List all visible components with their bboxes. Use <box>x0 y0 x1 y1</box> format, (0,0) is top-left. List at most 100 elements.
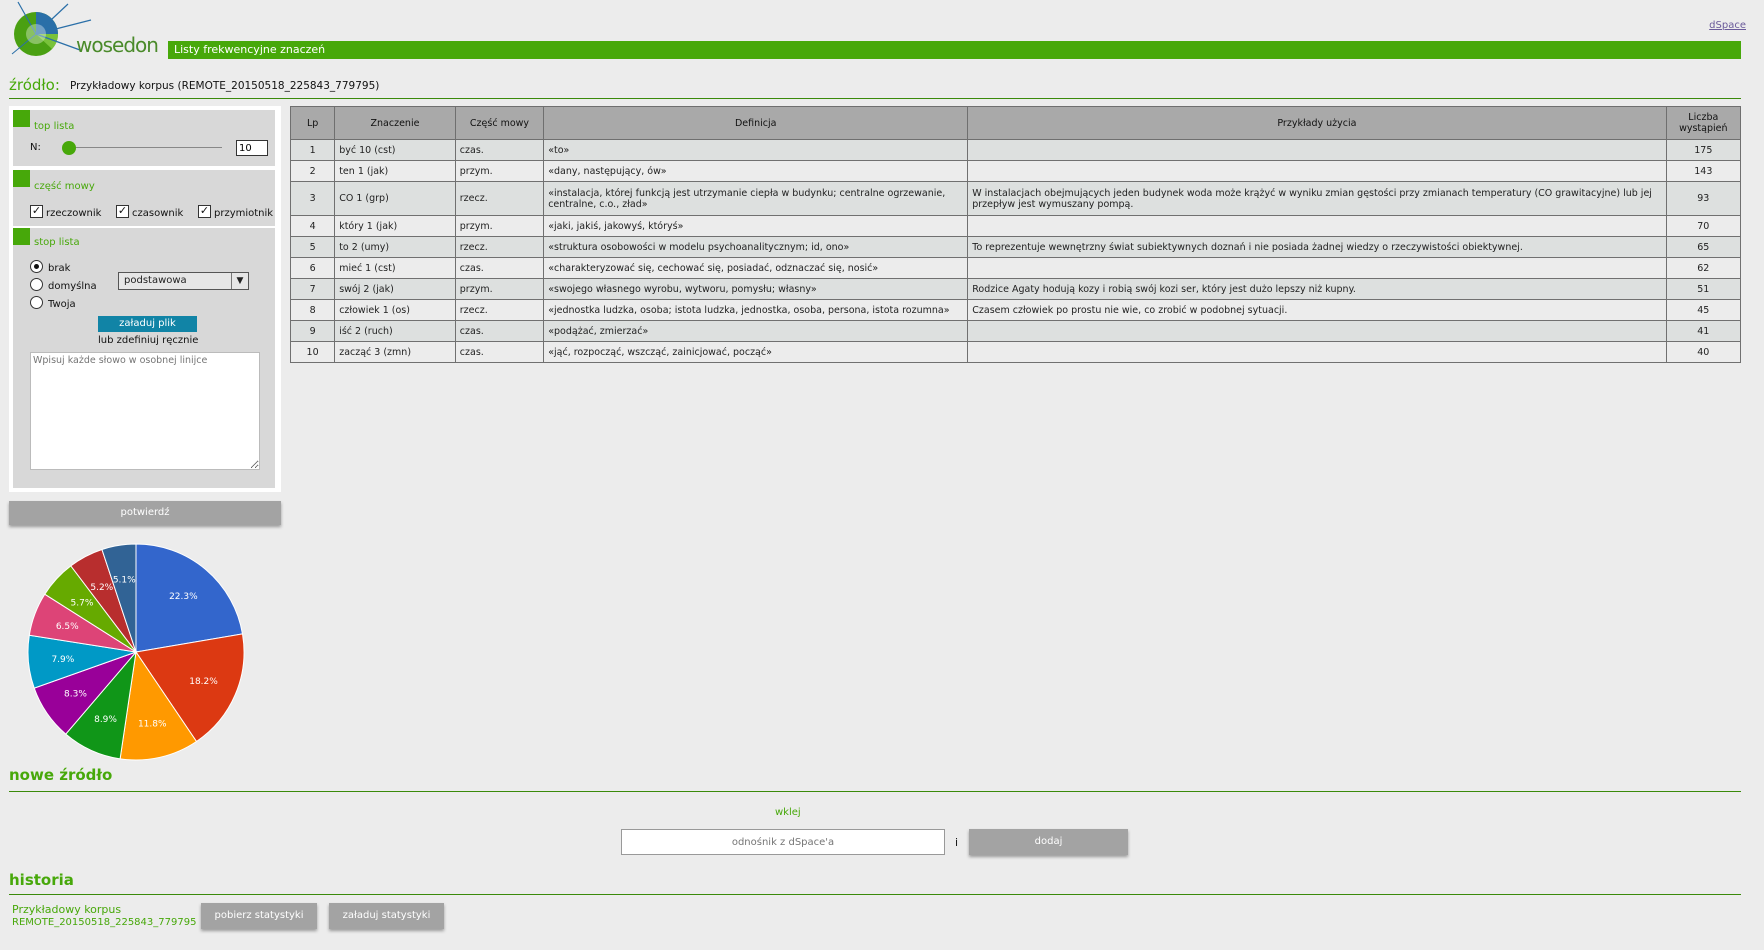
cell-definition: «jaki, jakiś, jakowyś, któryś» <box>543 215 969 237</box>
table-row: 6 mieć 1 (cst) czas. «charakteryzować się, … <box>289 257 1742 279</box>
paste-label[interactable]: wklej <box>775 807 801 818</box>
define-manually-label: lub zdefiniuj ręcznie <box>98 335 199 346</box>
top-list-section: top lista N: <box>13 110 275 166</box>
cell-definition: «jąć, rozpocząć, wszcząć, zainicjować, p… <box>543 341 969 363</box>
header-examples[interactable]: Przykłady użycia <box>967 106 1667 140</box>
cell-definition: «instalacja, której funkcją jest utrzyma… <box>543 181 969 216</box>
cell-pos: czas. <box>454 139 545 161</box>
checkbox-noun[interactable]: ✓ <box>30 205 43 218</box>
cell-pos: czas. <box>454 257 545 279</box>
pos-title: część mowy <box>34 181 95 192</box>
radio-yours[interactable] <box>30 296 43 309</box>
source-label: źródło: <box>9 76 60 94</box>
load-stats-button[interactable]: załaduj statystyki <box>329 903 444 929</box>
filter-panel: top lista N: część mowy ✓ rzeczownik ✓ c… <box>9 106 281 492</box>
cell-count: 175 <box>1665 139 1742 161</box>
radio-none-label: brak <box>48 263 71 274</box>
cell-meaning: zacząć 3 (zmn) <box>334 341 456 363</box>
page-title: Listy frekwencyjne znaczeń <box>168 41 1741 59</box>
radio-yours-label: Twoja <box>48 299 76 310</box>
table-header-row: Lp Znaczenie Część mowy Definicja Przykł… <box>289 106 1742 140</box>
cell-count: 62 <box>1665 257 1742 279</box>
table-row: 9 iść 2 (ruch) czas. «podążać, zmierzać» 41 <box>289 320 1742 342</box>
cell-meaning: to 2 (umy) <box>334 236 456 258</box>
logo-text: wosedon <box>76 33 159 57</box>
pos-toggle[interactable] <box>13 170 30 187</box>
header-count[interactable]: Liczba wystąpień <box>1665 106 1742 140</box>
checkbox-adjective[interactable]: ✓ <box>198 205 211 218</box>
pie-slice-label: 7.9% <box>51 655 74 665</box>
radio-none[interactable] <box>30 260 43 273</box>
n-slider-handle[interactable] <box>62 141 76 155</box>
pie-slice-label: 8.9% <box>94 715 117 725</box>
pie-slice-label: 6.5% <box>56 622 79 632</box>
frequency-table: Lp Znaczenie Część mowy Definicja Przykł… <box>289 106 1742 363</box>
cell-lp: 1 <box>289 139 336 161</box>
cell-example <box>967 215 1667 237</box>
cell-example <box>967 257 1667 279</box>
pie-slice-label: 11.8% <box>138 720 167 730</box>
cell-meaning: który 1 (jak) <box>334 215 456 237</box>
cell-lp: 9 <box>289 320 336 342</box>
n-slider-track <box>67 147 222 148</box>
stop-list-toggle[interactable] <box>13 228 30 245</box>
pie-chart: 22.3% 18.2% 11.8% 8.9% 8.3% 7.9% 6.5% 5.7% 5.2%5… <box>27 543 245 761</box>
stop-list-title: stop lista <box>34 237 80 248</box>
radio-default[interactable] <box>30 278 43 291</box>
checkbox-verb[interactable]: ✓ <box>116 205 129 218</box>
pie-slice-label: 5.1% <box>113 576 136 586</box>
checkbox-verb-label: czasownik <box>132 208 184 219</box>
cell-meaning: być 10 (cst) <box>334 139 456 161</box>
cell-lp: 2 <box>289 160 336 182</box>
cell-example: W instalacjach obejmujących jeden budyne… <box>967 181 1667 216</box>
download-stats-button[interactable]: pobierz statystyki <box>201 903 317 929</box>
dspace-link-input[interactable] <box>621 829 945 855</box>
n-input[interactable] <box>236 140 268 156</box>
cell-pos: przym. <box>454 215 545 237</box>
cell-pos: czas. <box>454 341 545 363</box>
cell-lp: 5 <box>289 236 336 258</box>
cell-lp: 8 <box>289 299 336 321</box>
table-row: 2 ten 1 (jak) przym. «dany, następujący, ów… <box>289 160 1742 182</box>
history-title: historia <box>9 871 74 889</box>
cell-definition: «charakteryzować się, cechować się, posi… <box>543 257 969 279</box>
cell-definition: «swojego własnego wyrobu, wytworu, pomys… <box>543 278 969 300</box>
pie-slice-label: 8.3% <box>64 690 87 700</box>
history-item-name[interactable]: Przykładowy korpus <box>12 903 121 916</box>
cell-example <box>967 320 1667 342</box>
cell-pos: rzecz. <box>454 181 545 216</box>
stoplist-textarea[interactable] <box>30 352 260 470</box>
history-item-id[interactable]: REMOTE_20150518_225843_779795 <box>12 917 196 928</box>
header-definition[interactable]: Definicja <box>543 106 969 140</box>
top-list-toggle[interactable] <box>13 110 30 127</box>
and-label: i <box>955 836 959 849</box>
cell-example: Czasem człowiek po prostu nie wie, co zr… <box>967 299 1667 321</box>
table-row: 4 który 1 (jak) przym. «jaki, jakiś, jakowy… <box>289 215 1742 237</box>
cell-meaning: mieć 1 (cst) <box>334 257 456 279</box>
header-lp[interactable]: Lp <box>289 106 336 140</box>
cell-example <box>967 341 1667 363</box>
n-label: N: <box>30 142 41 153</box>
header-pos[interactable]: Część mowy <box>454 106 545 140</box>
pie-slice-label: 5.2% <box>90 583 113 593</box>
table-row: 8 człowiek 1 (os) rzecz. «jednostka ludzka,… <box>289 299 1742 321</box>
stoplist-select[interactable]: podstawowa ▼ <box>118 272 249 290</box>
cell-definition: «jednostka ludzka, osoba; istota ludzka,… <box>543 299 969 321</box>
cell-count: 41 <box>1665 320 1742 342</box>
upload-file-button[interactable]: załaduj plik <box>98 316 197 332</box>
cell-meaning: ten 1 (jak) <box>334 160 456 182</box>
cell-meaning: CO 1 (grp) <box>334 181 456 216</box>
cell-count: 143 <box>1665 160 1742 182</box>
cell-count: 40 <box>1665 341 1742 363</box>
divider <box>9 791 1741 792</box>
header-meaning[interactable]: Znaczenie <box>334 106 456 140</box>
cell-meaning: człowiek 1 (os) <box>334 299 456 321</box>
cell-definition: «dany, następujący, ów» <box>543 160 969 182</box>
radio-default-label: domyślna <box>48 281 97 292</box>
pos-section: część mowy ✓ rzeczownik ✓ czasownik ✓ pr… <box>13 170 275 226</box>
confirm-button[interactable]: potwierdź <box>9 501 281 525</box>
add-button[interactable]: dodaj <box>969 829 1128 855</box>
dspace-link[interactable]: dSpace <box>1709 20 1746 31</box>
new-source-title: nowe źródło <box>9 766 113 784</box>
cell-meaning: iść 2 (ruch) <box>334 320 456 342</box>
